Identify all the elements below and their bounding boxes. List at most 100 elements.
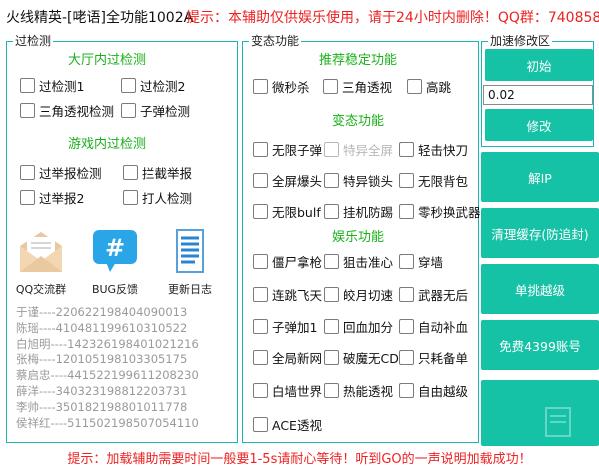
checkbox-triangle-esp-check[interactable]: 三角透视检测 (20, 101, 114, 120)
list-item: 蔡启忠----441522199611208230 (16, 368, 199, 383)
duel-level-skip-button[interactable]: 单挑越级 (481, 264, 599, 314)
checkbox-box[interactable] (20, 78, 35, 93)
checkbox-white-wall[interactable]: 白墙世界 (253, 381, 322, 400)
svg-text:#: # (105, 234, 125, 262)
checkbox-no-cooldown[interactable]: 破魔无CD (324, 348, 399, 367)
free-4399-account-button[interactable]: 免费4399账号 (481, 320, 599, 370)
speed-value-input[interactable]: 0.02 (483, 85, 593, 105)
checkbox-report-bypass[interactable]: 过举报检测 (20, 163, 102, 182)
checkbox-box[interactable] (20, 165, 35, 180)
checkbox-sniper-crosshair[interactable]: 狙击准心 (324, 252, 393, 271)
checkbox-box[interactable] (253, 79, 268, 94)
checkbox-box[interactable] (253, 319, 268, 334)
checkbox-box[interactable] (123, 165, 138, 180)
checkbox-box[interactable] (323, 79, 338, 94)
section-title-bt: 变态功能 (332, 114, 385, 129)
checkbox-ace-esp[interactable]: ACE透视 (253, 415, 322, 434)
qq-group-tile[interactable]: QQ交流群 (10, 228, 72, 297)
checkbox-infinite-buff[interactable]: 无限bulf (253, 202, 321, 221)
checkbox-box[interactable] (399, 254, 414, 269)
checkbox-zombie-gun[interactable]: 僵尸拿枪 (253, 252, 322, 271)
checkbox-free-level-skip[interactable]: 自由越级 (399, 381, 468, 400)
app-title: 火线精英-[咾语]全功能1002A (6, 10, 194, 26)
bug-feedback-tile[interactable]: # BUG反馈 (84, 228, 146, 297)
checkbox-moon-cut-speed[interactable]: 皎月切速 (324, 285, 393, 304)
checkbox-report-bypass-2[interactable]: 过举报2 (20, 188, 84, 207)
checkbox-box[interactable] (399, 383, 414, 398)
unlock-ip-button[interactable]: 解IP (481, 152, 599, 202)
checkbox-fullscreen-headshot[interactable]: 全屏爆头 (253, 171, 322, 190)
tile-label: QQ交流群 (15, 283, 67, 296)
checkbox-box[interactable] (399, 204, 414, 219)
list-item: 张梅----120105198103305175 (16, 352, 188, 367)
checkbox-global-net[interactable]: 全局新网 (253, 348, 322, 367)
hash-chat-icon: # (90, 228, 140, 277)
group-legend-speed: 加速修改区 (488, 33, 553, 49)
checkbox-box[interactable] (399, 287, 414, 302)
checkbox-box[interactable] (324, 173, 339, 188)
checkbox-box[interactable] (253, 173, 268, 188)
checkbox-auto-heal[interactable]: 自动补血 (399, 317, 468, 336)
checkbox-box[interactable] (324, 287, 339, 302)
checkbox-box[interactable] (324, 383, 339, 398)
checkbox-infinite-backpack[interactable]: 无限背包 (399, 171, 468, 190)
checkbox-box[interactable] (253, 383, 268, 398)
checkbox-box[interactable] (20, 190, 35, 205)
tile-label: BUG反馈 (91, 283, 139, 296)
checkbox-special-fullscreen[interactable]: 特异全屏 (324, 140, 393, 159)
checkbox-box[interactable] (399, 319, 414, 334)
checkbox-bypass-2[interactable]: 过检测2 (121, 76, 185, 95)
section-title-ingame: 游戏内过检测 (68, 137, 147, 152)
checkbox-bunny-hop-fly[interactable]: 连跳飞天 (253, 285, 322, 304)
checkbox-zero-second-swap[interactable]: 零秒换武器 (399, 202, 481, 221)
checkbox-instant-kill[interactable]: 微秒杀 (253, 77, 310, 96)
checkbox-box[interactable] (399, 173, 414, 188)
checkbox-box[interactable] (121, 103, 136, 118)
checkbox-box[interactable] (121, 78, 136, 93)
document-icon (165, 228, 215, 277)
checkbox-afk-anti-kick[interactable]: 挂机防踢 (324, 202, 393, 221)
group-legend-detection: 过检测 (13, 33, 54, 49)
checkbox-box[interactable] (253, 142, 268, 157)
checkbox-high-jump[interactable]: 高跳 (407, 77, 451, 96)
checkbox-box[interactable] (324, 204, 339, 219)
checkbox-box[interactable] (123, 190, 138, 205)
checkbox-bullet-check[interactable]: 子弹检测 (121, 101, 190, 120)
checkbox-box[interactable] (324, 350, 339, 365)
checkbox-bullet-plus-one[interactable]: 子弹加1 (253, 317, 317, 336)
checkbox-infinite-ammo[interactable]: 无限子弹 (253, 140, 322, 159)
checkbox-box[interactable] (399, 142, 414, 157)
checkbox-box[interactable] (253, 204, 268, 219)
checkbox-block-report[interactable]: 拦截举报 (123, 163, 192, 182)
checkbox-box[interactable] (324, 319, 339, 334)
list-item: 薛洋----340323198812203731 (16, 383, 188, 398)
checkbox-triangle-esp[interactable]: 三角透视 (323, 77, 392, 96)
checkbox-box[interactable] (253, 254, 268, 269)
checkbox-heal-score[interactable]: 回血加分 (324, 317, 393, 336)
checkbox-box[interactable] (407, 79, 422, 94)
checkbox-hit-check[interactable]: 打人检测 (123, 188, 192, 207)
checkbox-wall-hack[interactable]: 穿墙 (399, 252, 443, 271)
checkbox-box[interactable] (253, 417, 268, 432)
checkbox-box[interactable] (324, 254, 339, 269)
section-title-fun: 娱乐功能 (332, 230, 385, 245)
changelog-tile[interactable]: 更新日志 (159, 228, 221, 297)
checkbox-box[interactable] (324, 142, 339, 157)
group-legend-features: 变态功能 (249, 33, 302, 49)
section-title-stable: 推荐稳定功能 (319, 53, 398, 68)
modify-button[interactable]: 修改 (485, 109, 593, 141)
checkbox-box[interactable] (253, 350, 268, 365)
checkbox-special-headlock[interactable]: 特异锁头 (324, 171, 393, 190)
envelope-icon (16, 228, 66, 277)
checkbox-quick-knife[interactable]: 轻击快刀 (399, 140, 468, 159)
checkbox-no-recoil[interactable]: 武器无后 (399, 285, 468, 304)
clear-cache-button[interactable]: 清理缓存(防追封) (481, 208, 599, 258)
checkbox-box[interactable] (20, 103, 35, 118)
checkbox-bypass-1[interactable]: 过检测1 (20, 76, 84, 95)
checkbox-box[interactable] (399, 350, 414, 365)
checkbox-box[interactable] (253, 287, 268, 302)
checkbox-thermal-esp[interactable]: 热能透视 (324, 381, 393, 400)
list-item: 李帅----350182198801011778 (16, 399, 188, 414)
init-button[interactable]: 初始 (485, 49, 593, 81)
checkbox-reserve-only[interactable]: 只耗备单 (399, 348, 468, 367)
